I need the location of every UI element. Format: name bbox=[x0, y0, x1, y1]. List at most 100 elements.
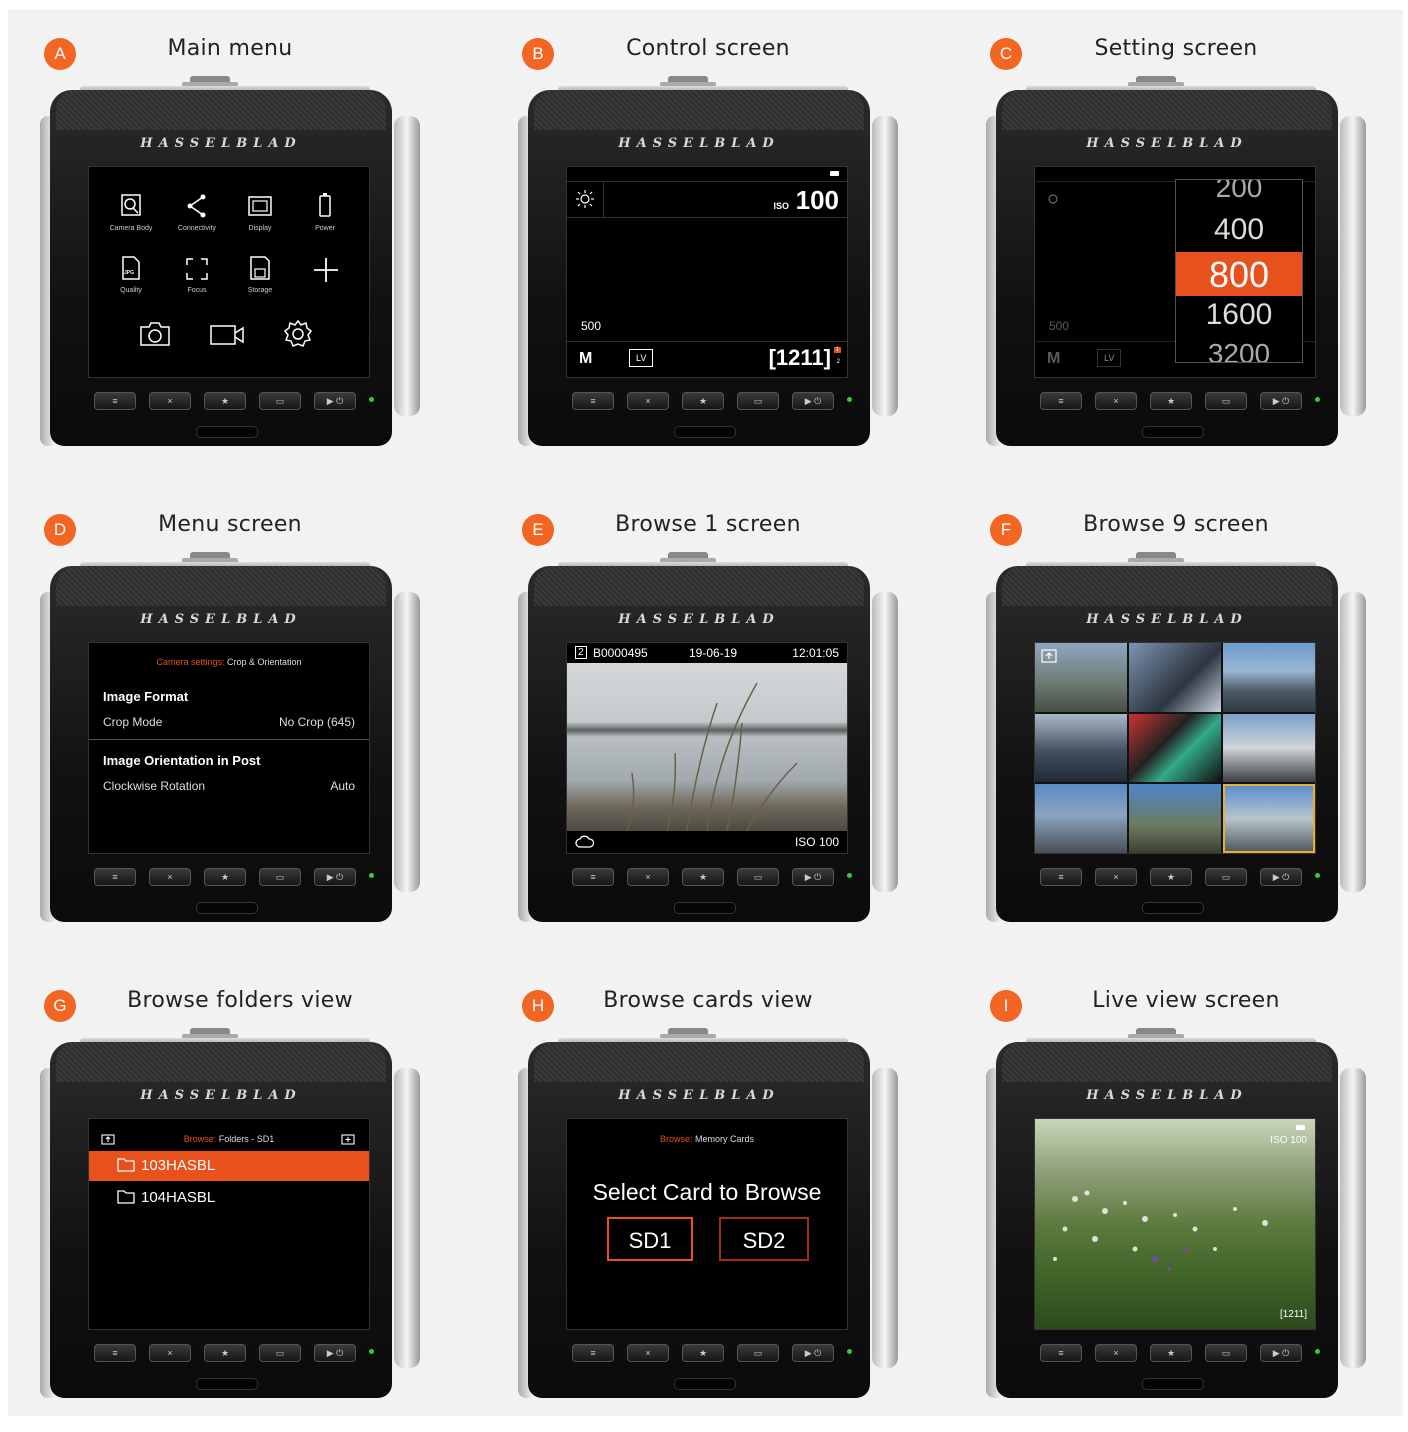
favorite-button[interactable]: ★ bbox=[682, 392, 724, 410]
menu-item-focus[interactable]: Focus bbox=[167, 287, 227, 294]
menu-button[interactable]: ≡ bbox=[1040, 868, 1082, 886]
favorite-button[interactable]: ★ bbox=[204, 1344, 246, 1362]
menu-button[interactable]: ≡ bbox=[94, 392, 136, 410]
white-balance-icon[interactable] bbox=[575, 189, 595, 209]
play-power-button[interactable]: ▶ ⏻ bbox=[792, 392, 834, 410]
play-power-button[interactable]: ▶ ⏻ bbox=[1260, 1344, 1302, 1362]
storage-icon[interactable] bbox=[249, 255, 271, 281]
thumbnail[interactable] bbox=[1129, 784, 1221, 853]
menu-button[interactable]: ≡ bbox=[572, 392, 614, 410]
close-button[interactable]: × bbox=[627, 392, 669, 410]
display-button[interactable]: ▭ bbox=[259, 392, 301, 410]
iso-option[interactable]: 3200 bbox=[1176, 338, 1302, 362]
favorite-button[interactable]: ★ bbox=[204, 868, 246, 886]
close-button[interactable]: × bbox=[149, 1344, 191, 1362]
camera-body-icon[interactable] bbox=[119, 193, 143, 219]
thumbnail-selected[interactable] bbox=[1223, 784, 1315, 853]
display-button[interactable]: ▭ bbox=[1205, 868, 1247, 886]
shutter-speed[interactable]: 500 bbox=[581, 319, 601, 333]
favorite-button[interactable]: ★ bbox=[682, 868, 724, 886]
close-button[interactable]: × bbox=[627, 1344, 669, 1362]
favorite-button[interactable]: ★ bbox=[682, 1344, 724, 1362]
thumbnail[interactable] bbox=[1223, 643, 1315, 712]
thumbnail[interactable] bbox=[1035, 784, 1127, 853]
play-power-button[interactable]: ▶ ⏻ bbox=[314, 392, 356, 410]
panel-browse-cards: H Browse cards view HASSELBLAD Browse: M… bbox=[488, 962, 948, 1432]
menu-item-storage[interactable]: Storage bbox=[230, 287, 290, 294]
close-button[interactable]: × bbox=[1095, 392, 1137, 410]
menu-item-connectivity[interactable]: Connectivity bbox=[167, 225, 227, 232]
menu-button[interactable]: ≡ bbox=[1040, 392, 1082, 410]
play-power-button[interactable]: ▶ ⏻ bbox=[1260, 868, 1302, 886]
card-button-sd2[interactable]: SD2 bbox=[719, 1217, 809, 1261]
photo-mode-icon[interactable] bbox=[139, 321, 171, 347]
thumbnail[interactable] bbox=[1129, 714, 1221, 782]
thumbnail[interactable] bbox=[1035, 714, 1127, 782]
add-icon[interactable] bbox=[313, 257, 339, 283]
camera: HASSELBLAD ISO 100 [1211] ≡ × ★ ▭ ▶ ⏻ bbox=[986, 1028, 1366, 1398]
menu-button[interactable]: ≡ bbox=[94, 868, 136, 886]
settings-icon[interactable] bbox=[283, 319, 313, 349]
setting-row-value[interactable]: No Crop (645) bbox=[279, 715, 355, 729]
menu-item-quality[interactable]: Quality bbox=[101, 287, 161, 294]
close-button[interactable]: × bbox=[627, 868, 669, 886]
close-button[interactable]: × bbox=[1095, 868, 1137, 886]
video-mode-icon[interactable] bbox=[209, 323, 245, 347]
setting-row-label[interactable]: Crop Mode bbox=[103, 715, 162, 729]
display-button[interactable]: ▭ bbox=[1205, 1344, 1247, 1362]
favorite-button[interactable]: ★ bbox=[1150, 392, 1192, 410]
thumbnail[interactable] bbox=[1129, 643, 1221, 712]
photo-preview[interactable] bbox=[567, 663, 847, 831]
setting-row-label[interactable]: Clockwise Rotation bbox=[103, 779, 205, 793]
menu-button[interactable]: ≡ bbox=[572, 1344, 614, 1362]
panel-main-menu: A Main menu HASSELBLAD Camera Body Conne… bbox=[10, 10, 470, 480]
menu-button[interactable]: ≡ bbox=[572, 868, 614, 886]
browse-header: Browse: Memory Cards bbox=[659, 1134, 755, 1144]
thumbnail[interactable] bbox=[1223, 714, 1315, 782]
brand-logo: HASSELBLAD bbox=[618, 1088, 780, 1103]
close-button[interactable]: × bbox=[1095, 1344, 1137, 1362]
setting-row-value[interactable]: Auto bbox=[330, 779, 355, 793]
iso-option[interactable]: 200 bbox=[1176, 180, 1302, 204]
play-power-button[interactable]: ▶ ⏻ bbox=[792, 868, 834, 886]
live-view-button[interactable]: LV bbox=[629, 349, 654, 367]
iso-picker[interactable]: 200 400 800 1600 3200 bbox=[1175, 179, 1303, 363]
power-icon[interactable] bbox=[317, 191, 333, 219]
display-button[interactable]: ▭ bbox=[1205, 392, 1247, 410]
display-button[interactable]: ▭ bbox=[259, 868, 301, 886]
menu-button[interactable]: ≡ bbox=[94, 1344, 136, 1362]
iso-value[interactable]: 100 bbox=[796, 185, 839, 216]
quality-icon[interactable] bbox=[121, 255, 141, 281]
play-power-button[interactable]: ▶ ⏻ bbox=[1260, 392, 1302, 410]
folder-up-icon[interactable] bbox=[1041, 649, 1057, 663]
shots-remaining: [1211] bbox=[1279, 1309, 1307, 1320]
exposure-mode[interactable]: M bbox=[579, 350, 592, 368]
iso-option[interactable]: 400 bbox=[1176, 213, 1302, 247]
camera: HASSELBLAD 2 B0000495 19-06-19 12:01:05 … bbox=[518, 552, 898, 922]
close-button[interactable]: × bbox=[149, 392, 191, 410]
folder-name[interactable]: 103HASBL bbox=[141, 1157, 215, 1174]
folder-name[interactable]: 104HASBL bbox=[141, 1189, 215, 1206]
display-icon[interactable] bbox=[247, 195, 273, 217]
panel-caption: Main menu bbox=[167, 36, 293, 61]
favorite-button[interactable]: ★ bbox=[204, 392, 246, 410]
card-button-sd1[interactable]: SD1 bbox=[607, 1217, 693, 1261]
display-button[interactable]: ▭ bbox=[737, 868, 779, 886]
menu-item-power[interactable]: Power bbox=[295, 225, 355, 232]
display-button[interactable]: ▭ bbox=[737, 1344, 779, 1362]
menu-item-camera-body[interactable]: Camera Body bbox=[101, 225, 161, 232]
menu-button[interactable]: ≡ bbox=[1040, 1344, 1082, 1362]
play-power-button[interactable]: ▶ ⏻ bbox=[792, 1344, 834, 1362]
display-button[interactable]: ▭ bbox=[737, 392, 779, 410]
favorite-button[interactable]: ★ bbox=[1150, 868, 1192, 886]
play-power-button[interactable]: ▶ ⏻ bbox=[314, 868, 356, 886]
play-power-button[interactable]: ▶ ⏻ bbox=[314, 1344, 356, 1362]
display-button[interactable]: ▭ bbox=[259, 1344, 301, 1362]
iso-option[interactable]: 1600 bbox=[1176, 298, 1302, 332]
connectivity-icon[interactable] bbox=[185, 193, 209, 219]
favorite-button[interactable]: ★ bbox=[1150, 1344, 1192, 1362]
close-button[interactable]: × bbox=[149, 868, 191, 886]
menu-item-display[interactable]: Display bbox=[230, 225, 290, 232]
focus-icon[interactable] bbox=[185, 257, 209, 281]
new-folder-icon[interactable] bbox=[341, 1133, 355, 1145]
